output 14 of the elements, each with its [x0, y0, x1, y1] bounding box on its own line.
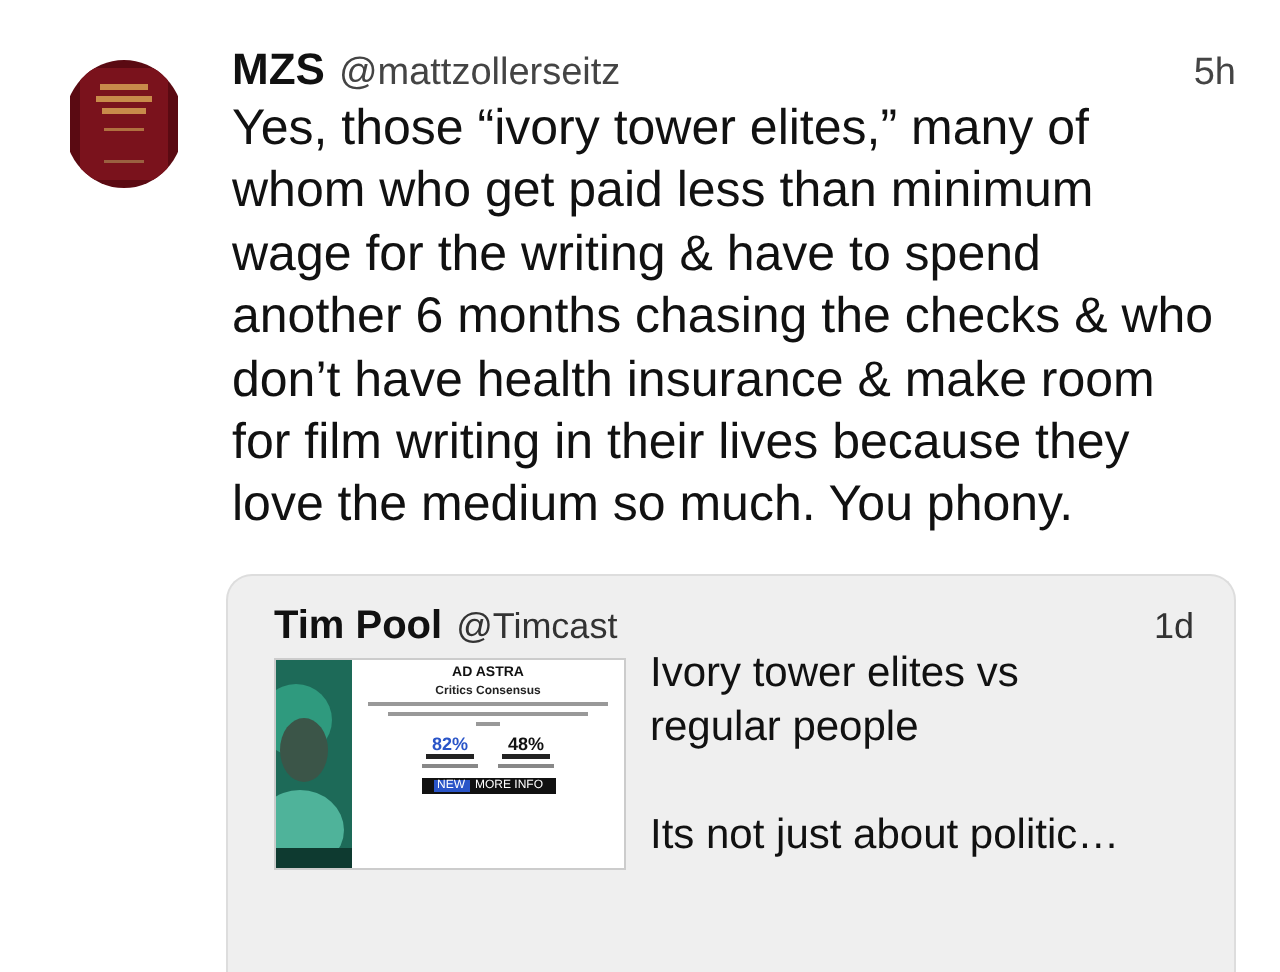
quoted-tweet-text: regular people — [650, 701, 921, 754]
timestamp: 5h — [1193, 52, 1236, 96]
author-name[interactable]: MZS — [232, 44, 325, 96]
score-caption-drawing — [420, 753, 480, 770]
tweet-text: Yes, those “ivory tower elites,” many of whom who get paid less than minimum wage for the writing & have to spend another 6 months chasing the checks & who don’t have health insurance & make room for film writing in their lives because they love the medium so much. You phony. — [232, 98, 1216, 537]
quoted-timestamp: 1d — [1153, 605, 1194, 648]
author-handle[interactable]: @mattzollerseitz — [338, 52, 621, 96]
quoted-author-name: Tim Pool — [274, 603, 443, 650]
score-caption-drawing — [496, 753, 556, 770]
quoted-tweet-text: Ivory tower elites vs — [650, 647, 1021, 700]
score-value: 48% — [507, 733, 544, 754]
quoted-tweet-text: Its not just about politic… — [650, 809, 1120, 862]
score-value: 82% — [431, 733, 468, 754]
quoted-author-handle: @Timcast — [456, 605, 618, 648]
